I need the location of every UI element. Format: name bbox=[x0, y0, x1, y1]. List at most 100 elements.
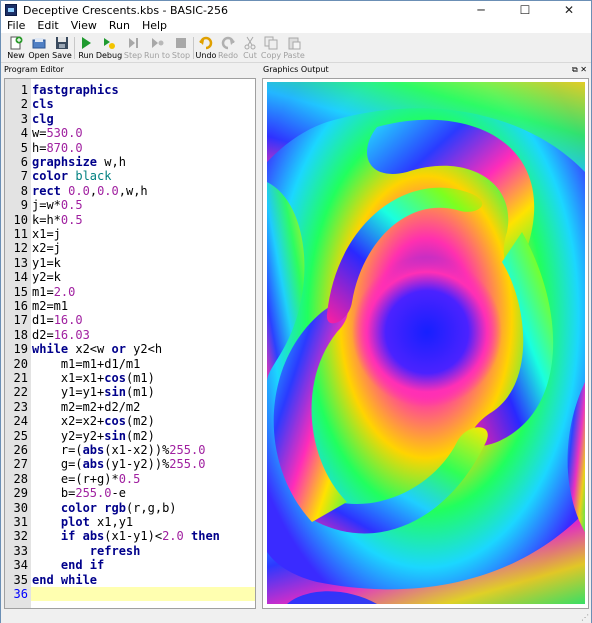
code-token: j=w* bbox=[32, 198, 61, 213]
menu-edit[interactable]: Edit bbox=[31, 19, 64, 33]
code-line[interactable]: 17 d1=16.0 bbox=[5, 313, 255, 327]
code-line[interactable]: 34 end if bbox=[5, 558, 255, 572]
code-token: m2=m1 bbox=[32, 299, 69, 313]
copy-button[interactable]: Copy bbox=[261, 34, 281, 62]
code-text: r=(abs(x1-x2))%255.0 bbox=[32, 443, 206, 457]
code-line[interactable]: 15 m1=2.0 bbox=[5, 285, 255, 299]
line-number: 14 bbox=[13, 270, 28, 285]
code-line[interactable]: 27 g=(abs(y1-y2))%255.0 bbox=[5, 457, 255, 471]
cut-button[interactable]: Cut bbox=[240, 34, 260, 62]
close-button[interactable]: ✕ bbox=[547, 1, 591, 19]
code-text: x2=x2+cos(m2) bbox=[32, 414, 155, 428]
code-line[interactable]: 1 fastgraphics bbox=[5, 83, 255, 97]
code-line[interactable]: 4 w=530.0 bbox=[5, 126, 255, 140]
code-line[interactable]: 13 y1=k bbox=[5, 256, 255, 270]
code-line[interactable]: 2 cls bbox=[5, 97, 255, 111]
code-text: h=870.0 bbox=[32, 141, 83, 155]
code-token: g=( bbox=[32, 457, 83, 472]
menu-help[interactable]: Help bbox=[136, 19, 173, 33]
maximize-button[interactable]: ☐ bbox=[503, 1, 547, 19]
minimize-button[interactable]: ─ bbox=[459, 1, 503, 19]
code-text: graphsize w,h bbox=[32, 155, 126, 169]
code-text: end if bbox=[32, 558, 104, 572]
code-line[interactable]: 10 k=h*0.5 bbox=[5, 213, 255, 227]
paste-label: Paste bbox=[283, 51, 305, 60]
code-line[interactable]: 16 m2=m1 bbox=[5, 299, 255, 313]
dock-float-close-icon[interactable]: ⧉ ✕ bbox=[572, 64, 587, 76]
code-line[interactable]: 19 while x2<w or y2<h bbox=[5, 342, 255, 356]
code-line[interactable]: 8 rect 0.0,0.0,w,h bbox=[5, 184, 255, 198]
code-line[interactable]: 31 plot x1,y1 bbox=[5, 515, 255, 529]
open-folder-icon bbox=[32, 38, 46, 49]
code-line[interactable]: 35 end while bbox=[5, 573, 255, 587]
code-line[interactable]: 18 d2=16.03 bbox=[5, 328, 255, 342]
line-number: 27 bbox=[13, 457, 28, 472]
code-line[interactable]: 9 j=w*0.5 bbox=[5, 198, 255, 212]
code-line[interactable]: 24 x2=x2+cos(m2) bbox=[5, 414, 255, 428]
line-number: 13 bbox=[13, 255, 28, 270]
run-to-button[interactable]: Run to bbox=[144, 34, 170, 62]
line-number: 25 bbox=[13, 428, 28, 443]
redo-button[interactable]: Redo bbox=[218, 34, 238, 62]
new-button[interactable]: New bbox=[7, 34, 25, 62]
code-line[interactable]: 21 x1=x1+cos(m1) bbox=[5, 371, 255, 385]
line-number: 35 bbox=[13, 572, 28, 587]
code-line[interactable]: 11 x1=j bbox=[5, 227, 255, 241]
run-button[interactable]: Run bbox=[77, 34, 95, 62]
code-line[interactable]: 7 color black bbox=[5, 169, 255, 183]
code-line[interactable]: 33 refresh bbox=[5, 544, 255, 558]
line-number: 16 bbox=[13, 299, 28, 313]
line-number: 29 bbox=[13, 486, 28, 501]
code-token: cos bbox=[104, 414, 126, 429]
step-button[interactable]: Step bbox=[123, 34, 143, 62]
code-token: (m1) bbox=[125, 371, 155, 385]
code-line[interactable]: 20 m1=m1+d1/m1 bbox=[5, 357, 255, 371]
line-number: 6 bbox=[20, 155, 28, 169]
code-text: refresh bbox=[32, 544, 141, 558]
menu-file[interactable]: File bbox=[1, 19, 31, 33]
code-token: h= bbox=[32, 140, 47, 155]
save-label: Save bbox=[52, 51, 72, 60]
code-token: color bbox=[32, 169, 69, 184]
code-token: rgb bbox=[104, 500, 126, 515]
scissors-icon bbox=[244, 36, 256, 50]
open-button[interactable]: Open bbox=[28, 34, 50, 62]
code-line[interactable]: 3 clg bbox=[5, 112, 255, 126]
code-token: sin bbox=[104, 428, 126, 443]
stop-label: Stop bbox=[171, 51, 191, 60]
undo-button[interactable]: Undo bbox=[196, 34, 216, 62]
code-line[interactable]: 26 r=(abs(x1-x2))%255.0 bbox=[5, 443, 255, 457]
code-line[interactable]: 32 if abs(x1-y1)<2.0 then bbox=[5, 529, 255, 543]
code-token: (m1) bbox=[125, 385, 155, 400]
stop-icon bbox=[176, 38, 186, 48]
redo-label: Redo bbox=[217, 51, 239, 60]
code-line[interactable]: 23 m2=m2+d2/m2 bbox=[5, 400, 255, 414]
code-line[interactable]: 30 color rgb(r,g,b) bbox=[5, 501, 255, 515]
program-editor[interactable]: 1 fastgraphics 2 cls 3 clg 4 w=530.0 5 h=870.0 6 gr… bbox=[4, 78, 256, 609]
code-line[interactable]: 29 b=255.0-e bbox=[5, 486, 255, 500]
stop-button[interactable]: Stop bbox=[171, 34, 191, 62]
code-token: 0.5 bbox=[60, 198, 83, 213]
paste-button[interactable]: Paste bbox=[283, 34, 305, 62]
debug-button[interactable]: Debug bbox=[96, 34, 122, 62]
menu-run[interactable]: Run bbox=[103, 19, 136, 33]
line-number: 21 bbox=[13, 371, 28, 385]
menu-view[interactable]: View bbox=[65, 19, 103, 33]
resize-grip-icon[interactable]: ⋰ bbox=[581, 613, 589, 622]
save-button[interactable]: Save bbox=[52, 34, 72, 62]
code-line[interactable]: 14 y2=k bbox=[5, 270, 255, 284]
code-line[interactable]: 12 x2=j bbox=[5, 241, 255, 255]
line-number: 2 bbox=[20, 97, 28, 112]
line-number: 30 bbox=[13, 500, 28, 515]
code-line[interactable]: 28 e=(r+g)*0.5 bbox=[5, 472, 255, 486]
code-line[interactable]: 22 y1=y1+sin(m1) bbox=[5, 385, 255, 399]
code-line[interactable]: 5 h=870.0 bbox=[5, 141, 255, 155]
code-line[interactable]: 6 graphsize w,h bbox=[5, 155, 255, 169]
code-text: while x2<w or y2<h bbox=[32, 342, 162, 356]
code-line[interactable]: 36 bbox=[5, 587, 255, 601]
title-bar: Deceptive Crescents.kbs - BASIC-256 ─ ☐ … bbox=[1, 1, 591, 19]
code-token: b= bbox=[32, 486, 76, 501]
code-line[interactable]: 25 y2=y2+sin(m2) bbox=[5, 429, 255, 443]
